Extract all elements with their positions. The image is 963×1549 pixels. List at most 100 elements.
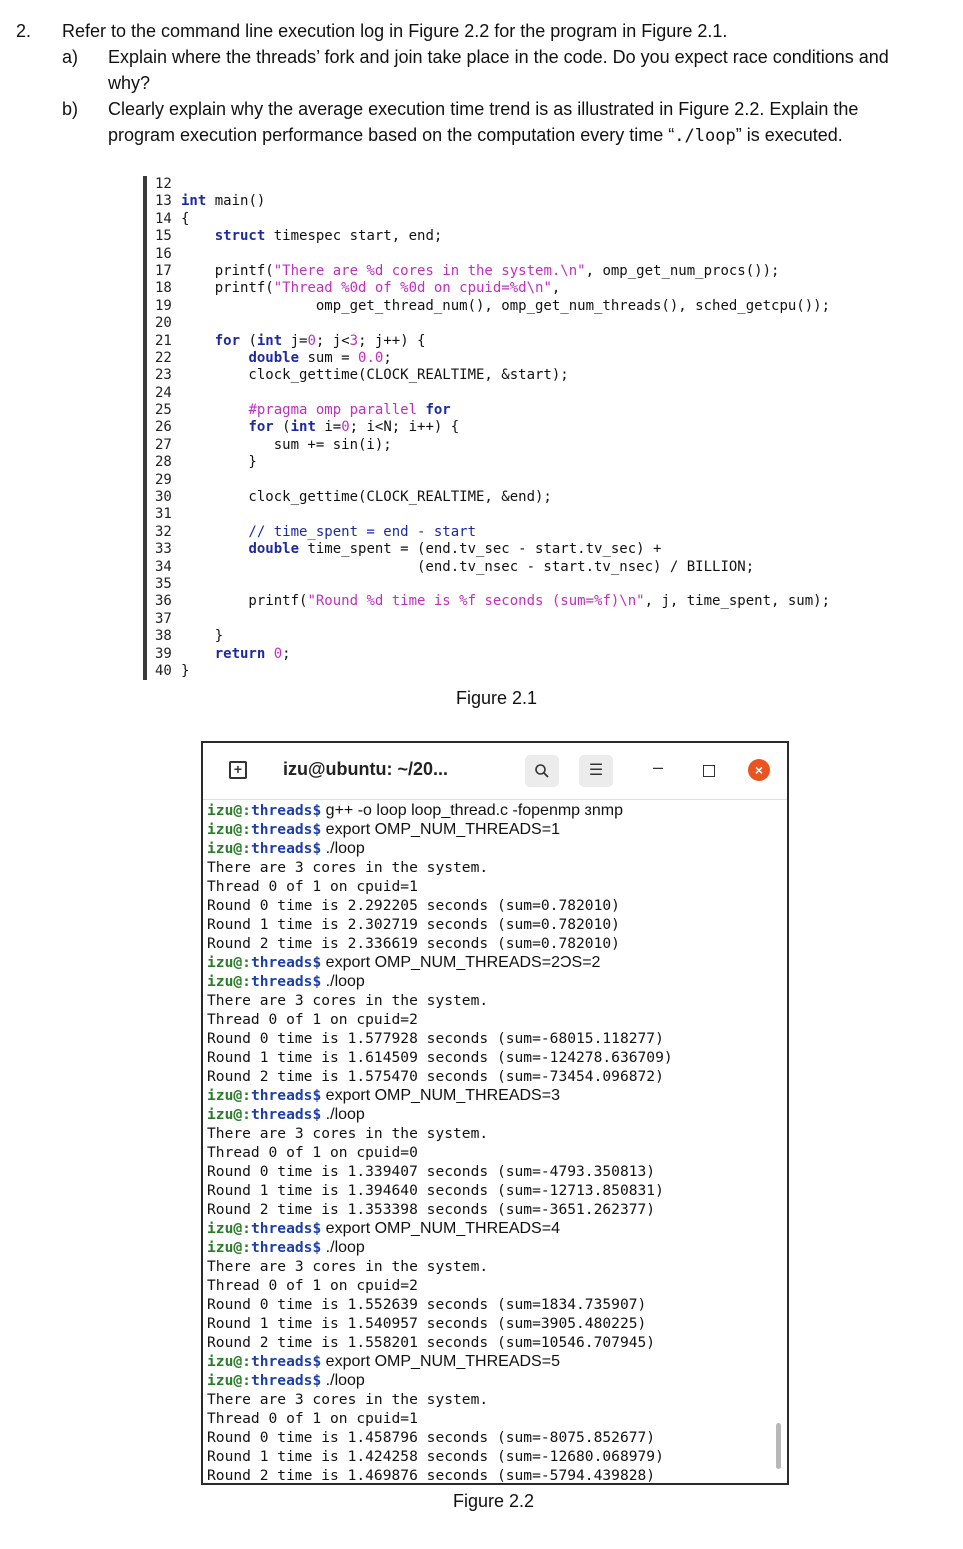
shell-command: export OMP_NUM_THREADS=2ƆS=2	[321, 954, 601, 971]
terminal-title: izu@ubuntu: ~/20...	[283, 759, 449, 779]
code-line: 25 #pragma omp parallel for	[155, 402, 875, 419]
code-line: 16	[155, 246, 875, 263]
question-stem: Refer to the command line execution log …	[62, 21, 728, 41]
line-number: 17	[155, 262, 172, 279]
shell-command: export OMP_NUM_THREADS=3	[321, 1087, 560, 1104]
terminal-title-bar: + izu@ubuntu: ~/20... ☰ – ×	[203, 743, 787, 800]
part-b-line-2-post: ” is executed.	[735, 125, 843, 145]
terminal-output-line: Round 2 time is 1.469876 seconds (sum=-5…	[207, 1467, 656, 1484]
part-b-line-2: program execution performance based on t…	[108, 122, 958, 149]
shell-prompt: izu@:threads$	[207, 1106, 322, 1123]
shell-command: ./loop	[321, 1239, 365, 1256]
part-b-line-1: Clearly explain why the average executio…	[108, 99, 859, 119]
code-text: printf("Thread %0d of %0d on cpuid=%d\n"…	[181, 280, 561, 297]
shell-prompt: izu@:threads$	[207, 954, 322, 971]
figure-2-1-caption: Figure 2.1	[456, 688, 538, 708]
terminal-output-line: There are 3 cores in the system.	[207, 1125, 489, 1142]
line-number: 23	[155, 367, 172, 384]
code-line: 31	[155, 506, 875, 523]
code-text: double time_spent = (end.tv_sec - start.…	[248, 541, 662, 558]
line-number: 35	[155, 575, 172, 592]
hamburger-menu-icon[interactable]: ☰	[579, 755, 613, 787]
line-number: 28	[155, 454, 172, 471]
shell-command: ./loop	[321, 1372, 365, 1389]
line-number: 25	[155, 402, 172, 419]
part-b-line-2-pre: program execution performance based on t…	[108, 125, 675, 145]
line-number: 19	[155, 297, 172, 314]
shell-prompt: izu@:threads$	[207, 821, 322, 838]
terminal-command-line: izu@:threads$ ./loop	[207, 972, 777, 991]
terminal-output-line: Round 1 time is 1.540957 seconds (sum=39…	[207, 1315, 647, 1332]
line-number: 34	[155, 558, 172, 575]
code-text: clock_gettime(CLOCK_REALTIME, &end);	[181, 489, 552, 506]
line-number: 39	[155, 645, 172, 662]
shell-command: g++ -o loop loop_thread.c -fopenmp ɜnmp	[321, 802, 623, 819]
terminal-output-line: There are 3 cores in the system.	[207, 1258, 489, 1275]
terminal-command-line: izu@:threads$ export OMP_NUM_THREADS=4	[207, 1219, 777, 1238]
part-a-label: a)	[62, 47, 79, 67]
shell-prompt: izu@:threads$	[207, 1220, 322, 1237]
shell-prompt: izu@:threads$	[207, 973, 322, 990]
line-number: 30	[155, 489, 172, 506]
terminal-output-line: Thread 0 of 1 on cpuid=1	[207, 878, 418, 895]
close-icon[interactable]: ×	[748, 759, 770, 781]
shell-command: ./loop	[321, 1106, 365, 1123]
terminal-output-line: Round 2 time is 1.353398 seconds (sum=-3…	[207, 1201, 656, 1218]
question-number: 2.	[16, 21, 32, 41]
code-text: }	[181, 454, 257, 471]
line-number: 37	[155, 610, 172, 627]
code-line: 26 for (int i=0; i<N; i++) {	[155, 419, 875, 436]
line-number: 31	[155, 506, 172, 523]
line-number: 22	[155, 349, 172, 366]
minimize-icon[interactable]: –	[653, 757, 663, 778]
terminal-output-line: Round 1 time is 1.424258 seconds (sum=-1…	[207, 1448, 664, 1465]
code-line: 39 return 0;	[155, 646, 875, 663]
terminal-output-line: Round 1 time is 1.394640 seconds (sum=-1…	[207, 1182, 664, 1199]
code-line: 35	[155, 576, 875, 593]
part-b-command: ./loop	[674, 126, 736, 146]
code-text: int main()	[181, 193, 266, 210]
code-text: printf("Round %d time is %f seconds (sum…	[181, 593, 831, 610]
maximize-icon[interactable]	[703, 765, 715, 777]
part-a-line-2: why?	[108, 73, 151, 93]
line-number: 13	[155, 193, 172, 210]
line-number: 14	[155, 210, 172, 227]
code-line: 12	[155, 176, 875, 193]
terminal-output-line: Round 0 time is 1.552639 seconds (sum=18…	[207, 1296, 647, 1313]
search-icon[interactable]	[525, 755, 559, 787]
shell-prompt: izu@:threads$	[207, 1087, 322, 1104]
line-number: 38	[155, 628, 172, 645]
new-tab-icon[interactable]: +	[229, 761, 247, 779]
terminal-output-line: Round 2 time is 1.575470 seconds (sum=-7…	[207, 1068, 664, 1085]
line-number: 36	[155, 593, 172, 610]
code-line: 22 double sum = 0.0;	[155, 350, 875, 367]
shell-command: export OMP_NUM_THREADS=1	[321, 821, 560, 838]
terminal-output-line: Round 0 time is 1.458796 seconds (sum=-8…	[207, 1429, 656, 1446]
code-text: }	[181, 662, 190, 679]
terminal-output-line: Thread 0 of 1 on cpuid=2	[207, 1011, 418, 1028]
shell-prompt: izu@:threads$	[207, 840, 322, 857]
code-text: double sum = 0.0;	[248, 349, 392, 366]
terminal-scrollbar[interactable]	[776, 1423, 781, 1469]
code-line: 37	[155, 611, 875, 628]
code-line: 33 double time_spent = (end.tv_sec - sta…	[155, 541, 875, 558]
terminal-command-line: izu@:threads$ ./loop	[207, 1105, 777, 1124]
code-text: sum += sin(i);	[181, 436, 392, 453]
line-number: 20	[155, 315, 172, 332]
line-number: 18	[155, 280, 172, 297]
line-number: 33	[155, 541, 172, 558]
line-number: 24	[155, 384, 172, 401]
part-a-text: Explain where the threads’ fork and join…	[108, 44, 958, 96]
terminal-output-line: There are 3 cores in the system.	[207, 992, 489, 1009]
line-number: 27	[155, 436, 172, 453]
terminal-command-line: izu@:threads$ export OMP_NUM_THREADS=5	[207, 1352, 777, 1371]
terminal-output-line: There are 3 cores in the system.	[207, 1391, 489, 1408]
terminal-output-line: Thread 0 of 1 on cpuid=2	[207, 1277, 418, 1294]
part-a-line-1: Explain where the threads’ fork and join…	[108, 47, 889, 67]
line-number: 26	[155, 419, 172, 436]
terminal-command-line: izu@:threads$ export OMP_NUM_THREADS=3	[207, 1086, 777, 1105]
code-line: 38 }	[155, 628, 875, 645]
part-b-text: Clearly explain why the average executio…	[108, 96, 958, 149]
line-number: 40	[155, 662, 172, 679]
code-line: 18 printf("Thread %0d of %0d on cpuid=%d…	[155, 280, 875, 297]
